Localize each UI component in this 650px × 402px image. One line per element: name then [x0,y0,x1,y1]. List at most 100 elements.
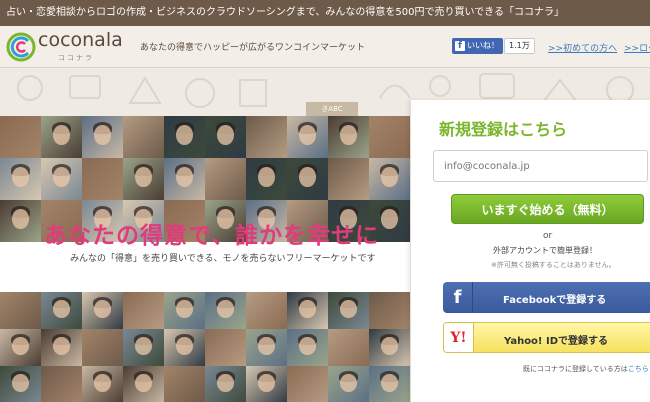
photo-face-shape [258,374,275,392]
user-photo-tile [369,329,410,366]
user-photo-tile [246,366,287,402]
photo-face-shape [176,300,193,318]
user-photo-tile [246,292,287,329]
photo-face-shape [176,125,193,146]
photo-face-shape [340,125,357,146]
yahoo-signup-button[interactable]: Y! Yahoo! IDで登録する [443,322,650,353]
user-photo-tile [41,158,82,200]
top-announcement-text: 占い・恋愛相談からロゴの作成・ビジネスのクラウドソーシングまで、みんなの得意を5… [6,7,564,18]
user-photo-tile [369,158,410,200]
photo-face-shape [299,125,316,146]
user-photo-tile [205,329,246,366]
logo-wordmark[interactable]: coconala [38,29,123,51]
first-time-link[interactable]: >>初めての方へ [548,41,617,54]
signup-panel: 新規登録はこちら いますぐ始める（無料） or 外部アカウントで簡単登録！ ※許… [410,100,650,402]
user-photo-tile [0,116,41,158]
user-photo-tile [287,116,328,158]
already-registered-label: 既にココナラに登録している方は [523,365,628,373]
hero-headline: あなたの得意で、誰かを幸せに [44,223,380,249]
photo-face-shape [12,167,29,188]
user-photo-tile [82,292,123,329]
email-input[interactable] [433,150,648,182]
user-photo-tile [82,158,123,200]
hero-subline: みんなの「得意」を売り買いできる、モノを売らないフリーマーケットです [70,254,376,264]
facebook-signup-label: Facebookで登録する [503,295,607,306]
user-photo-tile [328,366,369,402]
photo-face-shape [381,209,398,230]
user-photo-tile [328,292,369,329]
photo-face-shape [135,337,152,355]
photo-face-shape [94,300,111,318]
photo-face-shape [217,125,234,146]
yahoo-signup-label: Yahoo! IDで登録する [504,336,608,347]
user-photo-tile [328,158,369,200]
photo-face-shape [135,374,152,392]
photo-face-shape [53,167,70,188]
facebook-f-icon: f [443,282,473,313]
user-photo-tile [287,329,328,366]
user-photo-tile [41,292,82,329]
photo-face-shape [135,167,152,188]
user-photo-tile [123,116,164,158]
user-photo-tile [0,292,41,329]
user-photo-tile [0,200,41,242]
site-tagline: あなたの得意でハッピーが広がるワンコインマーケット [140,43,366,53]
already-registered-text: 既にココナラに登録している方はこちら [523,364,649,374]
user-photo-tile [164,158,205,200]
coconala-c-logo-icon[interactable] [6,32,36,62]
user-photo-tile [287,292,328,329]
photo-face-shape [176,337,193,355]
photo-face-shape [299,167,316,188]
login-here-link[interactable]: こちら [628,365,649,373]
or-separator: or [543,231,553,241]
site-header: coconala ココナラ あなたの得意でハッピーが広がるワンコインマーケット … [0,26,650,68]
login-link[interactable]: >>ログ [624,41,650,54]
photo-face-shape [381,337,398,355]
user-photo-tile [205,116,246,158]
yahoo-y-icon: Y! [444,323,474,352]
facebook-like-button[interactable]: f いいね！ [452,38,503,54]
user-photo-tile [328,116,369,158]
user-photo-tile [328,329,369,366]
photo-face-shape [340,374,357,392]
photo-face-shape [12,374,29,392]
user-photo-tile [164,329,205,366]
user-photo-mosaic-bottom [0,292,410,402]
user-photo-tile [41,366,82,402]
user-photo-tile [205,366,246,402]
facebook-like-label: いいね！ [467,41,499,50]
photo-face-shape [53,337,70,355]
user-photo-tile [205,158,246,200]
user-photo-tile [369,116,410,158]
storefront-sign: きABC [306,102,358,116]
facebook-f-icon: f [455,41,465,51]
start-free-button[interactable]: いますぐ始める（無料） [451,194,644,224]
photo-face-shape [94,374,111,392]
photo-face-shape [12,337,29,355]
photo-face-shape [299,300,316,318]
user-photo-tile [164,116,205,158]
photo-face-shape [258,167,275,188]
user-photo-tile [82,329,123,366]
photo-face-shape [381,374,398,392]
photo-face-shape [94,125,111,146]
no-post-note: ※許可無く投稿することはありません。 [491,261,616,269]
user-photo-tile [123,329,164,366]
photo-face-shape [53,300,70,318]
user-photo-tile [246,158,287,200]
photo-face-shape [217,374,234,392]
photo-face-shape [176,167,193,188]
signup-title: 新規登録はこちら [439,120,568,139]
user-photo-tile [164,366,205,402]
user-photo-tile [164,292,205,329]
photo-face-shape [381,167,398,188]
user-photo-tile [205,292,246,329]
user-photo-tile [41,329,82,366]
user-photo-tile [123,158,164,200]
user-photo-tile [287,158,328,200]
facebook-signup-button[interactable]: f Facebookで登録する [443,282,650,313]
hero-section: きABC あなたの得意で、誰かを幸せに みんなの「得意」を売り買いできる、モノを… [0,68,650,402]
photo-face-shape [53,125,70,146]
user-photo-tile [0,329,41,366]
user-photo-tile [369,292,410,329]
